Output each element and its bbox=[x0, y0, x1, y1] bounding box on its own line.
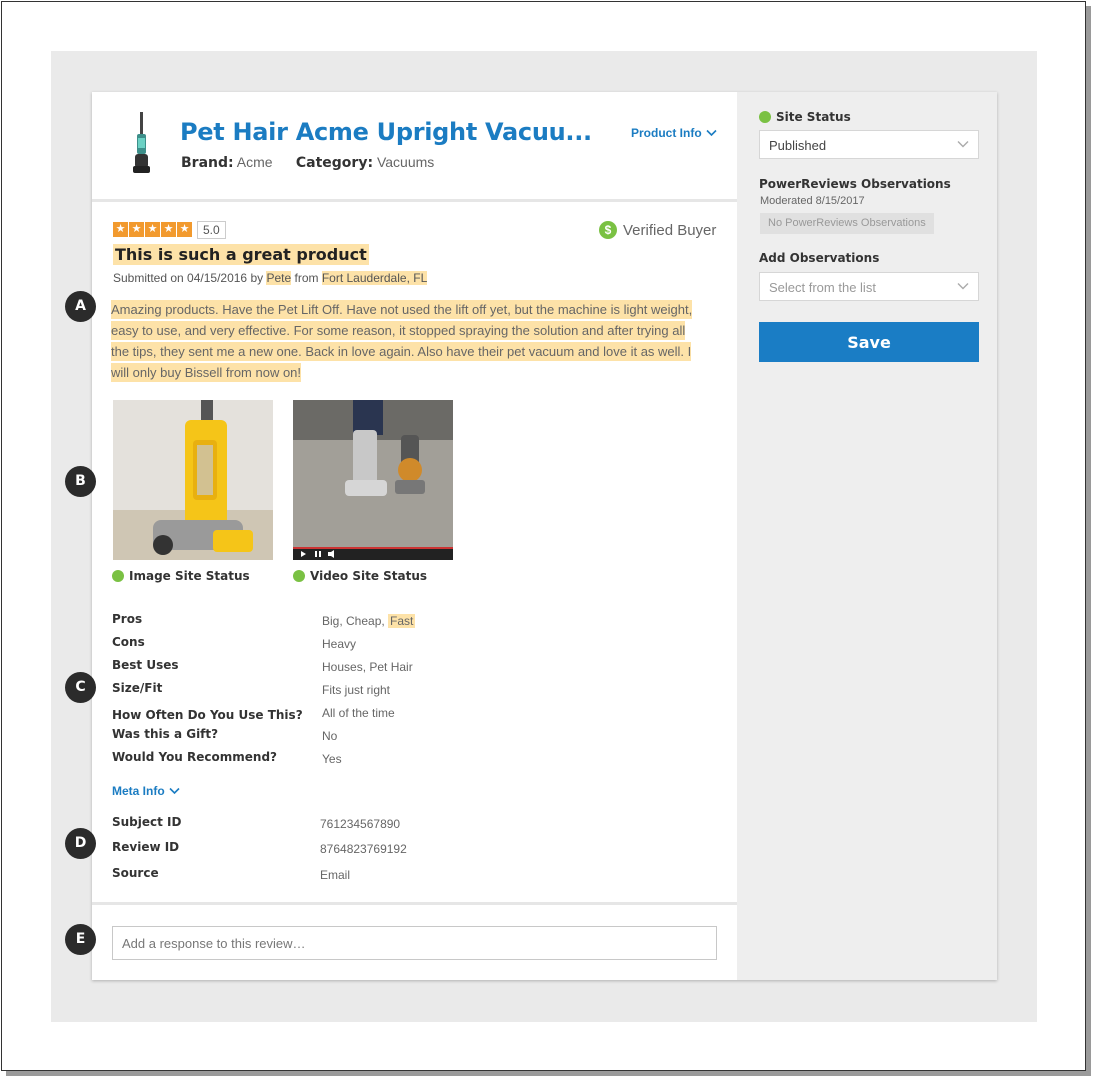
attribute-label: Cons bbox=[112, 635, 145, 649]
site-status-heading: Site Status bbox=[759, 110, 851, 124]
chevron-down-icon bbox=[169, 787, 180, 795]
category-label: Category: bbox=[295, 155, 374, 171]
review-video[interactable] bbox=[293, 400, 453, 560]
product-info-toggle[interactable]: Product Info bbox=[631, 126, 717, 140]
chevron-down-icon bbox=[957, 141, 969, 148]
video-thumbnail bbox=[293, 400, 453, 560]
annotation-badge-e: E bbox=[65, 924, 96, 955]
attribute-value: No bbox=[322, 729, 338, 743]
attribute-label: Pros bbox=[112, 612, 143, 626]
review-image[interactable] bbox=[113, 400, 273, 560]
add-observations-select[interactable]: Select from the list bbox=[759, 272, 979, 301]
review-author: Pete bbox=[266, 271, 292, 285]
save-button[interactable]: Save bbox=[759, 322, 979, 362]
product-meta: Brand: Acme Category: Vacuums bbox=[181, 154, 434, 171]
site-status-value: Published bbox=[769, 138, 827, 153]
chevron-down-icon bbox=[706, 129, 717, 137]
star-icon: ★ bbox=[177, 222, 192, 237]
video-site-status: Video Site Status bbox=[293, 569, 427, 583]
attribute-label: Best Uses bbox=[112, 658, 179, 672]
brand-value: Acme bbox=[236, 154, 273, 170]
meta-label: Review ID bbox=[112, 840, 180, 854]
attribute-value: Heavy bbox=[322, 637, 357, 651]
status-dot-icon bbox=[293, 570, 305, 582]
star-icon: ★ bbox=[145, 222, 160, 237]
vacuum-photo bbox=[113, 400, 273, 560]
review-body-text: Amazing products. Have the Pet Lift Off.… bbox=[111, 300, 693, 382]
no-observations-badge: No PowerReviews Observations bbox=[760, 213, 934, 234]
attribute-value-highlight: Fast bbox=[388, 614, 416, 628]
section-divider bbox=[92, 902, 737, 905]
meta-info-label: Meta Info bbox=[112, 784, 165, 798]
star-icon: ★ bbox=[161, 222, 176, 237]
chevron-down-icon bbox=[957, 283, 969, 290]
review-title: This is such a great product bbox=[113, 244, 369, 265]
dollar-icon: $ bbox=[599, 221, 617, 239]
rating-value: 5.0 bbox=[197, 221, 226, 239]
product-header: Pet Hair Acme Upright Vacuu... Brand: Ac… bbox=[92, 92, 737, 202]
annotation-badge-d: D bbox=[65, 828, 96, 859]
annotation-badge-b: B bbox=[65, 466, 96, 497]
product-title[interactable]: Pet Hair Acme Upright Vacuu... bbox=[180, 118, 592, 146]
attribute-label: Was this a Gift? bbox=[112, 727, 219, 741]
review-panel: Pet Hair Acme Upright Vacuu... Brand: Ac… bbox=[92, 92, 737, 980]
annotation-badge-a: A bbox=[65, 291, 96, 322]
moderated-date: Moderated 8/15/2017 bbox=[760, 195, 865, 207]
meta-label: Source bbox=[112, 866, 159, 880]
meta-value: Email bbox=[320, 868, 351, 882]
attribute-value-text: Big, Cheap, bbox=[322, 614, 389, 628]
add-observations-heading: Add Observations bbox=[759, 251, 880, 265]
annotation-badge-c: C bbox=[65, 672, 96, 703]
verified-buyer-label: Verified Buyer bbox=[623, 221, 717, 239]
star-icon: ★ bbox=[129, 222, 144, 237]
response-input[interactable] bbox=[112, 926, 717, 960]
meta-value: 8764823769192 bbox=[320, 842, 407, 856]
attribute-value: Yes bbox=[322, 752, 342, 766]
meta-info-toggle[interactable]: Meta Info bbox=[112, 784, 180, 798]
attribute-label: How Often Do You Use This? bbox=[112, 708, 303, 722]
observations-heading: PowerReviews Observations bbox=[759, 177, 951, 191]
attribute-value: Big, Cheap, Fast bbox=[322, 614, 416, 628]
product-thumbnail bbox=[133, 112, 150, 173]
verified-buyer-badge: $ Verified Buyer bbox=[599, 221, 716, 239]
site-status-label: Site Status bbox=[776, 110, 851, 124]
status-dot-icon bbox=[759, 111, 771, 123]
product-info-label: Product Info bbox=[631, 126, 702, 140]
review-moderation-card: Pet Hair Acme Upright Vacuu... Brand: Ac… bbox=[92, 92, 997, 980]
category-value: Vacuums bbox=[376, 154, 435, 170]
video-site-status-label: Video Site Status bbox=[310, 569, 428, 583]
review-body: Amazing products. Have the Pet Lift Off.… bbox=[111, 299, 701, 383]
attribute-value: Houses, Pet Hair bbox=[322, 660, 413, 674]
moderation-sidebar: Site Status Published PowerReviews Obser… bbox=[737, 92, 997, 980]
star-rating: ★ ★ ★ ★ ★ bbox=[113, 222, 192, 237]
image-site-status-label: Image Site Status bbox=[129, 569, 250, 583]
attribute-label: Size/Fit bbox=[112, 681, 163, 695]
star-icon: ★ bbox=[113, 222, 128, 237]
review-submitted-info: Submitted on 04/15/2016 by Pete from For… bbox=[113, 271, 428, 285]
site-status-select[interactable]: Published bbox=[759, 130, 979, 159]
meta-label: Subject ID bbox=[112, 815, 182, 829]
brand-label: Brand: bbox=[181, 155, 234, 171]
image-site-status: Image Site Status bbox=[112, 569, 250, 583]
status-dot-icon bbox=[112, 570, 124, 582]
submitted-prefix: Submitted on 04/15/2016 by bbox=[113, 271, 264, 285]
attribute-value: All of the time bbox=[322, 706, 395, 720]
meta-value: 761234567890 bbox=[320, 817, 401, 831]
add-observations-placeholder: Select from the list bbox=[769, 280, 876, 295]
review-location: Fort Lauderdale, FL bbox=[321, 271, 428, 285]
attribute-label: Would You Recommend? bbox=[112, 750, 278, 764]
attribute-value: Fits just right bbox=[322, 683, 391, 697]
from-word: from bbox=[294, 271, 319, 285]
